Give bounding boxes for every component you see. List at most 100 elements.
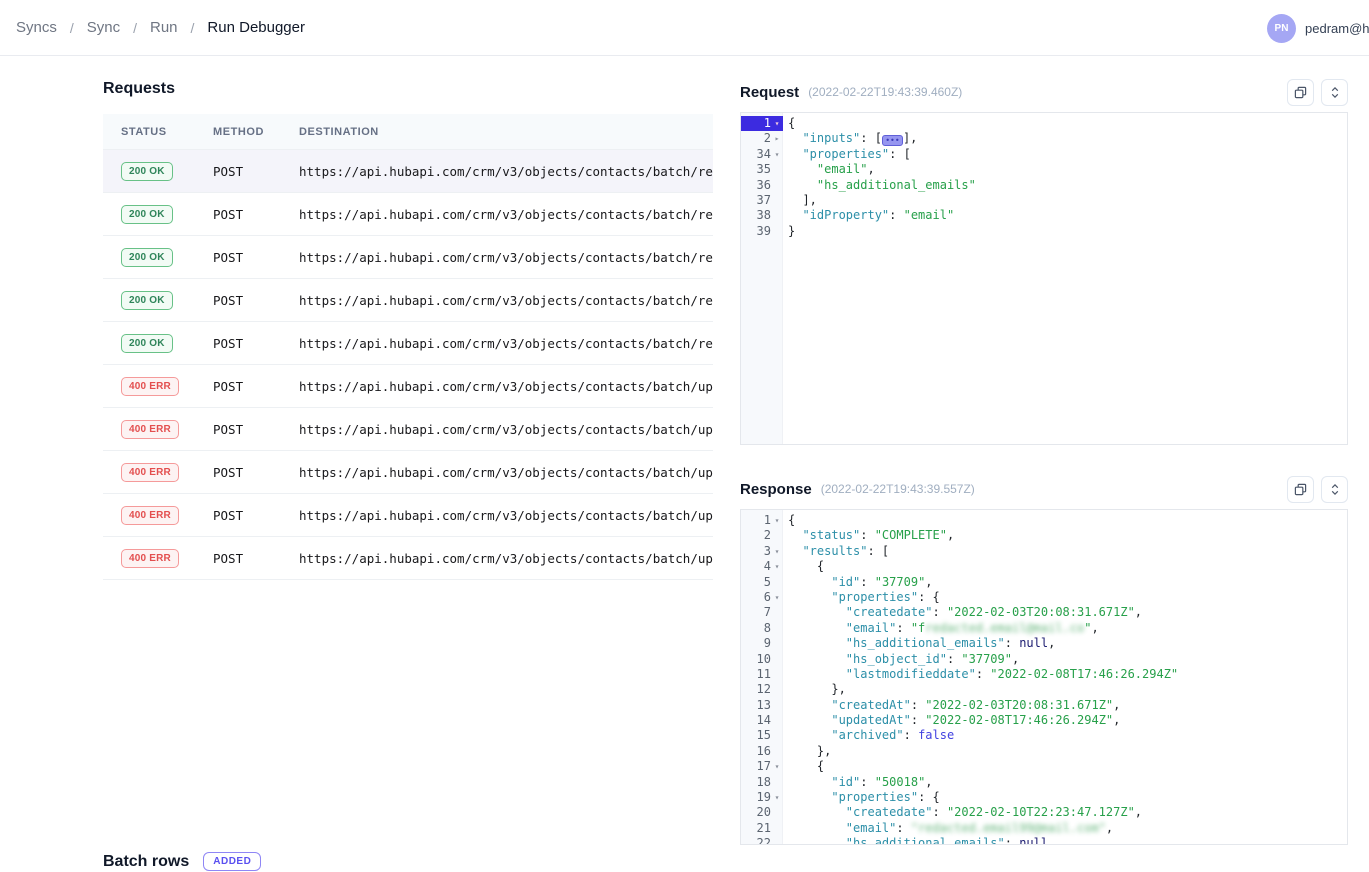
requests-table: STATUS METHOD DESTINATION 200 OKPOSThttp… bbox=[103, 114, 713, 580]
user-menu[interactable]: PN pedram@hig bbox=[1267, 0, 1369, 56]
table-row[interactable]: 400 ERRPOSThttps://api.hubapi.com/crm/v3… bbox=[103, 537, 713, 580]
fold-toggle-icon[interactable]: ▾ bbox=[771, 544, 783, 559]
avatar[interactable]: PN bbox=[1267, 14, 1296, 43]
code-line: 2▸ "inputs": [•••], bbox=[741, 131, 1347, 146]
table-row[interactable]: 200 OKPOSThttps://api.hubapi.com/crm/v3/… bbox=[103, 236, 713, 279]
fold-toggle-icon[interactable]: ▾ bbox=[771, 790, 783, 805]
chevron-up-down-icon bbox=[1330, 483, 1340, 496]
code-text: } bbox=[783, 224, 795, 239]
code-text: }, bbox=[783, 744, 831, 759]
line-number-label: 19 bbox=[757, 790, 771, 805]
line-number: 38 bbox=[741, 208, 783, 223]
breadcrumb-item-sync[interactable]: Sync bbox=[87, 19, 120, 36]
request-code-editor[interactable]: 1▾{2▸ "inputs": [•••],34▾ "properties": … bbox=[740, 112, 1348, 445]
line-number: 39 bbox=[741, 224, 783, 239]
code-line: 38 "idProperty": "email" bbox=[741, 208, 1347, 223]
destination-cell: https://api.hubapi.com/crm/v3/objects/co… bbox=[299, 422, 713, 437]
status-cell: 400 ERR bbox=[103, 462, 213, 482]
copy-icon bbox=[1294, 483, 1307, 496]
breadcrumb-item-syncs[interactable]: Syncs bbox=[16, 19, 57, 36]
line-number: 15 bbox=[741, 728, 783, 743]
code-line: 12 }, bbox=[741, 682, 1347, 697]
table-row[interactable]: 400 ERRPOSThttps://api.hubapi.com/crm/v3… bbox=[103, 408, 713, 451]
fold-toggle-icon[interactable]: ▾ bbox=[771, 759, 783, 774]
line-number-label: 14 bbox=[757, 713, 771, 728]
column-header-destination: DESTINATION bbox=[299, 126, 713, 138]
code-line: 13 "createdAt": "2022-02-03T20:08:31.671… bbox=[741, 698, 1347, 713]
table-row[interactable]: 200 OKPOSThttps://api.hubapi.com/crm/v3/… bbox=[103, 150, 713, 193]
line-number-label: 6 bbox=[764, 590, 771, 605]
code-line: 11 "lastmodifieddate": "2022-02-08T17:46… bbox=[741, 667, 1347, 682]
fold-toggle-icon[interactable]: ▾ bbox=[771, 116, 783, 131]
batch-rows-title: Batch rows bbox=[103, 853, 189, 871]
fold-toggle-icon[interactable]: ▾ bbox=[771, 147, 783, 162]
code-text: "status": "COMPLETE", bbox=[783, 528, 954, 543]
code-text: "archived": false bbox=[783, 728, 954, 743]
line-number: 7 bbox=[741, 605, 783, 620]
fold-toggle-icon[interactable]: ▾ bbox=[771, 590, 783, 605]
code-text: "email": "fredacted.email@mail.co", bbox=[783, 621, 1099, 636]
code-line: 35 "email", bbox=[741, 162, 1347, 177]
table-row[interactable]: 200 OKPOSThttps://api.hubapi.com/crm/v3/… bbox=[103, 322, 713, 365]
table-row[interactable]: 200 OKPOSThttps://api.hubapi.com/crm/v3/… bbox=[103, 279, 713, 322]
code-text: "properties": [ bbox=[783, 147, 911, 162]
breadcrumb-separator: / bbox=[70, 20, 74, 36]
expand-collapse-button[interactable] bbox=[1321, 476, 1348, 503]
table-row[interactable]: 200 OKPOSThttps://api.hubapi.com/crm/v3/… bbox=[103, 193, 713, 236]
line-number-label: 20 bbox=[757, 805, 771, 820]
table-row[interactable]: 400 ERRPOSThttps://api.hubapi.com/crm/v3… bbox=[103, 494, 713, 537]
response-code-editor[interactable]: 1▾{2 "status": "COMPLETE",3▾ "results": … bbox=[740, 509, 1348, 845]
code-line: 8 "email": "fredacted.email@mail.co", bbox=[741, 621, 1347, 636]
code-text: "createdate": "2022-02-10T22:23:47.127Z"… bbox=[783, 805, 1142, 820]
breadcrumb-item-run-debugger: Run Debugger bbox=[207, 19, 305, 36]
top-bar: Syncs / Sync / Run / Run Debugger PN pedram@hi… bbox=[0, 0, 1369, 56]
response-panel-header: Response (2022-02-22T19:43:39.557Z) bbox=[740, 475, 1348, 503]
destination-cell: https://api.hubapi.com/crm/v3/objects/co… bbox=[299, 293, 713, 308]
line-number: 36 bbox=[741, 178, 783, 193]
breadcrumb-separator: / bbox=[191, 20, 195, 36]
line-number: 1▾ bbox=[741, 513, 783, 528]
line-number-label: 10 bbox=[757, 652, 771, 667]
code-text: "properties": { bbox=[783, 790, 940, 805]
copy-button[interactable] bbox=[1287, 476, 1314, 503]
code-line: 4▾ { bbox=[741, 559, 1347, 574]
line-number-label: 37 bbox=[757, 193, 771, 208]
fold-toggle-icon[interactable]: ▾ bbox=[771, 559, 783, 574]
code-text: "inputs": [•••], bbox=[783, 131, 917, 146]
method-cell: POST bbox=[213, 164, 299, 179]
method-cell: POST bbox=[213, 422, 299, 437]
line-number: 11 bbox=[741, 667, 783, 682]
line-number-label: 18 bbox=[757, 775, 771, 790]
status-badge: 400 ERR bbox=[121, 506, 179, 525]
status-cell: 200 OK bbox=[103, 247, 213, 267]
copy-button[interactable] bbox=[1287, 79, 1314, 106]
code-line: 7 "createdate": "2022-02-03T20:08:31.671… bbox=[741, 605, 1347, 620]
copy-icon bbox=[1294, 86, 1307, 99]
breadcrumb-item-run[interactable]: Run bbox=[150, 19, 178, 36]
line-number-label: 1 bbox=[764, 513, 771, 528]
fold-toggle-icon[interactable]: ▸ bbox=[771, 131, 783, 146]
table-row[interactable]: 400 ERRPOSThttps://api.hubapi.com/crm/v3… bbox=[103, 365, 713, 408]
code-line: 1▾{ bbox=[741, 513, 1347, 528]
expand-collapse-button[interactable] bbox=[1321, 79, 1348, 106]
code-text: "properties": { bbox=[783, 590, 940, 605]
status-cell: 400 ERR bbox=[103, 505, 213, 525]
line-number: 10 bbox=[741, 652, 783, 667]
column-header-status: STATUS bbox=[103, 126, 213, 138]
breadcrumb-separator: / bbox=[133, 20, 137, 36]
requests-table-header: STATUS METHOD DESTINATION bbox=[103, 114, 713, 150]
line-number: 34▾ bbox=[741, 147, 783, 162]
status-cell: 400 ERR bbox=[103, 548, 213, 568]
code-text: { bbox=[783, 559, 824, 574]
code-line: 34▾ "properties": [ bbox=[741, 147, 1347, 162]
table-row[interactable]: 400 ERRPOSThttps://api.hubapi.com/crm/v3… bbox=[103, 451, 713, 494]
fold-toggle-icon[interactable]: ▾ bbox=[771, 513, 783, 528]
collapsed-region-widget[interactable]: ••• bbox=[882, 135, 903, 146]
line-number-label: 17 bbox=[757, 759, 771, 774]
line-number-label: 39 bbox=[757, 224, 771, 239]
code-line: 22 "hs_additional_emails": null, bbox=[741, 836, 1347, 845]
line-number-label: 15 bbox=[757, 728, 771, 743]
status-badge: 200 OK bbox=[121, 248, 173, 267]
line-number-label: 4 bbox=[764, 559, 771, 574]
method-cell: POST bbox=[213, 207, 299, 222]
